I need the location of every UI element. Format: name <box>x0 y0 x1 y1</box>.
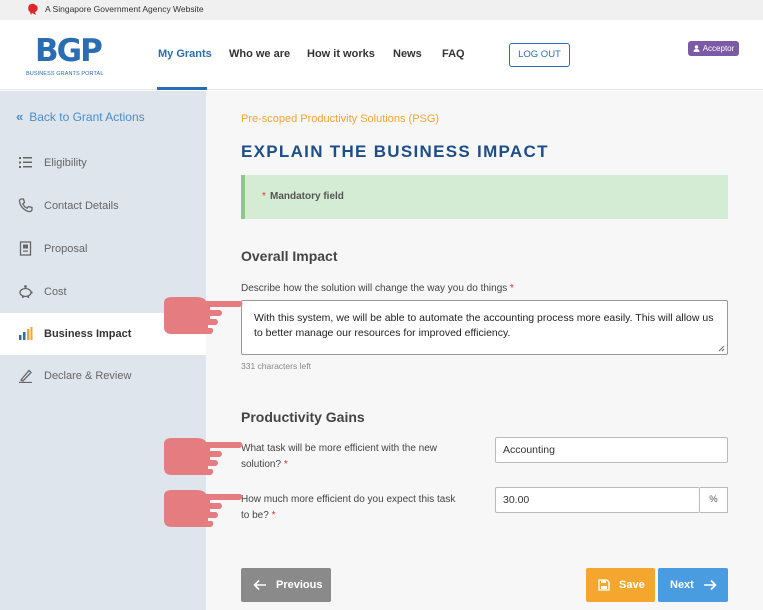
sidebar-item-label: Contact Details <box>44 200 119 212</box>
phone-icon <box>18 198 33 213</box>
page-title: EXPLAIN THE BUSINESS IMPACT <box>241 142 549 161</box>
piggy-bank-icon <box>19 285 33 298</box>
task-question-line1: What task will be more efficient with th… <box>241 443 438 454</box>
main-content: Pre-scoped Productivity Solutions (PSG) … <box>206 91 763 610</box>
nav-news[interactable]: News <box>393 48 422 60</box>
required-asterisk: * <box>271 510 276 521</box>
sidebar-item-eligibility[interactable]: Eligibility <box>0 143 206 183</box>
logout-button[interactable]: LOG OUT <box>509 43 570 67</box>
nav-my-grants[interactable]: My Grants <box>158 48 212 60</box>
efficiency-question-label: How much more efficient do you expect th… <box>241 492 455 524</box>
bar-chart-icon <box>19 327 33 340</box>
sidebar-item-label: Proposal <box>44 243 88 255</box>
characters-left: 331 characters left <box>241 361 311 371</box>
save-button[interactable]: Save <box>586 568 655 602</box>
next-label: Next <box>670 579 694 591</box>
lion-head-icon <box>28 3 38 15</box>
resize-grip-icon[interactable] <box>718 345 725 352</box>
previous-label: Previous <box>276 579 323 591</box>
active-nav-indicator <box>157 87 207 90</box>
sidebar-item-label: Declare & Review <box>44 370 132 382</box>
task-question-line2: solution? <box>241 459 282 470</box>
list-icon <box>19 157 32 168</box>
overall-question-text: Describe how the solution will change th… <box>241 283 508 294</box>
nav-how-it-works[interactable]: How it works <box>307 48 375 60</box>
efficiency-question-line2: to be? <box>241 510 269 521</box>
floppy-disk-icon <box>598 579 610 591</box>
sidebar-item-label: Eligibility <box>44 157 87 169</box>
pointing-hand-icon <box>164 490 243 527</box>
gov-banner: A Singapore Government Agency Website <box>0 0 763 20</box>
sidebar-item-proposal[interactable]: Proposal <box>0 229 206 269</box>
efficiency-question-line1: How much more efficient do you expect th… <box>241 494 456 505</box>
sidebar-item-declare-review[interactable]: Declare & Review <box>0 356 206 396</box>
role-badge-label: Acceptor <box>702 44 735 53</box>
role-badge: Acceptor <box>688 41 739 56</box>
logo-mark: BGP <box>35 33 103 69</box>
nav-faq[interactable]: FAQ <box>442 48 465 60</box>
sidebar-item-label: Cost <box>44 286 67 298</box>
grant-subtitle: Pre-scoped Productivity Solutions (PSG) <box>241 113 440 125</box>
back-link-label: Back to Grant Actions <box>29 110 145 124</box>
top-header: BGP BUSINESS GRANTS PORTAL My Grants Who… <box>0 20 763 90</box>
percent-suffix: % <box>700 487 728 513</box>
save-label: Save <box>619 579 645 591</box>
sidebar-item-label: Business Impact <box>44 328 132 340</box>
overall-impact-heading: Overall Impact <box>241 248 338 264</box>
mandatory-text: Mandatory field <box>270 191 344 202</box>
user-icon <box>693 45 700 52</box>
nav-who-we-are[interactable]: Who we are <box>229 48 290 60</box>
overall-question-label: Describe how the solution will change th… <box>241 281 514 297</box>
task-input[interactable]: Accounting <box>495 437 728 463</box>
efficiency-input[interactable]: 30.00 <box>495 487 700 513</box>
previous-button[interactable]: Previous <box>241 568 331 602</box>
mandatory-notice: * Mandatory field <box>241 175 728 219</box>
required-asterisk: * <box>262 191 266 202</box>
sidebar: « Back to Grant Actions Eligibility Conta… <box>0 91 206 610</box>
efficiency-input-value: 30.00 <box>503 494 530 506</box>
document-icon <box>19 241 32 256</box>
required-asterisk: * <box>283 459 288 470</box>
overall-impact-textarea[interactable]: With this system, we will be able to aut… <box>241 300 728 355</box>
pointing-hand-icon <box>164 297 243 334</box>
logo-subtext: BUSINESS GRANTS PORTAL <box>26 71 104 77</box>
bgp-logo[interactable]: BGP BUSINESS GRANTS PORTAL <box>26 33 121 78</box>
double-chevron-left-icon: « <box>16 109 24 124</box>
gov-banner-text: A Singapore Government Agency Website <box>45 4 204 14</box>
task-question-label: What task will be more efficient with th… <box>241 441 437 473</box>
back-to-grant-actions-link[interactable]: « Back to Grant Actions <box>16 109 145 124</box>
pen-icon <box>19 369 32 383</box>
arrow-left-icon <box>253 579 266 591</box>
sidebar-item-contact-details[interactable]: Contact Details <box>0 186 206 226</box>
task-input-value: Accounting <box>503 444 555 456</box>
productivity-gains-heading: Productivity Gains <box>241 409 365 425</box>
overall-impact-answer: With this system, we will be able to aut… <box>254 312 714 339</box>
arrow-right-icon <box>704 579 717 591</box>
required-asterisk: * <box>510 283 514 294</box>
next-button[interactable]: Next <box>658 568 728 602</box>
pointing-hand-icon <box>164 438 243 475</box>
